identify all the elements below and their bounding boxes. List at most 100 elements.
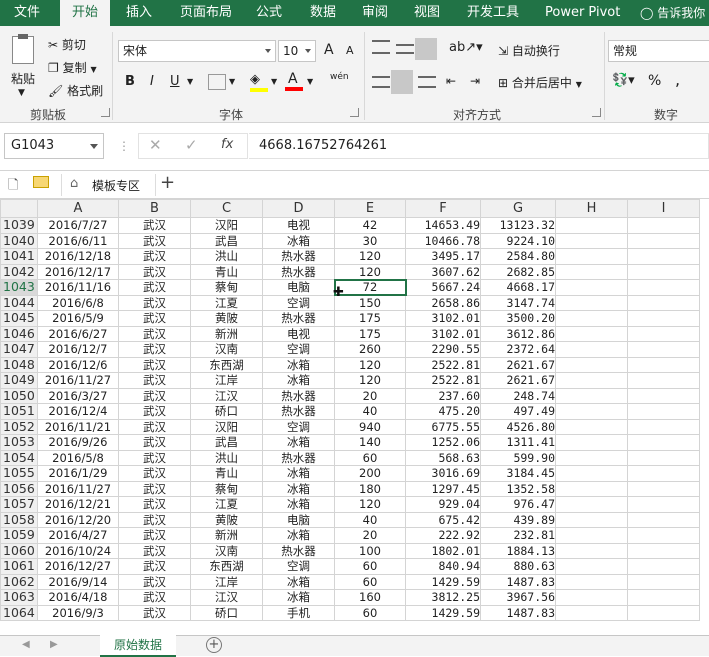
empty-cell[interactable]: [555, 465, 628, 482]
cell-e[interactable]: 940: [334, 418, 406, 435]
cell-f[interactable]: 6775.55: [405, 418, 481, 435]
row-header[interactable]: 1050: [0, 387, 38, 404]
cell-b[interactable]: 武汉: [118, 372, 191, 389]
italic-button[interactable]: I: [150, 74, 154, 89]
empty-cell[interactable]: [627, 325, 700, 342]
empty-cell[interactable]: [555, 232, 628, 249]
cell-c[interactable]: 蔡甸: [190, 279, 263, 296]
tab-formulas[interactable]: 公式: [256, 0, 282, 26]
template-zone-tab[interactable]: ⌂ 模板专区: [61, 174, 156, 196]
wrap-text-button[interactable]: ⇲ 自动换行: [498, 42, 560, 59]
empty-cell[interactable]: [555, 418, 628, 435]
cell-a[interactable]: 2016/6/8: [37, 294, 119, 311]
empty-cell[interactable]: [627, 511, 700, 528]
cell-a[interactable]: 2016/5/8: [37, 449, 119, 466]
cell-a[interactable]: 2016/4/27: [37, 527, 119, 544]
cell-e[interactable]: 60: [334, 558, 406, 575]
empty-cell[interactable]: [555, 387, 628, 404]
cell-f[interactable]: 675.42: [405, 511, 481, 528]
column-header-i[interactable]: I: [627, 199, 700, 218]
underline-button[interactable]: U: [170, 74, 180, 89]
empty-cell[interactable]: [555, 217, 628, 234]
row-header[interactable]: 1054: [0, 449, 38, 466]
cell-d[interactable]: 热水器: [262, 310, 335, 327]
bold-button[interactable]: B: [125, 74, 135, 89]
cell-c[interactable]: 江夏: [190, 294, 263, 311]
tab-home[interactable]: 开始: [60, 0, 110, 27]
cell-f[interactable]: 3102.01: [405, 325, 481, 342]
cell-d[interactable]: 手机: [262, 604, 335, 621]
cell-a[interactable]: 2016/10/24: [37, 542, 119, 559]
cell-b[interactable]: 武汉: [118, 248, 191, 265]
cell-f[interactable]: 237.60: [405, 387, 481, 404]
copy-button[interactable]: ❐ 复制 ▼: [48, 59, 97, 76]
empty-cell[interactable]: [627, 589, 700, 606]
cell-g[interactable]: 1487.83: [480, 573, 556, 590]
cell-a[interactable]: 2016/9/14: [37, 573, 119, 590]
alignment-launcher-icon[interactable]: [592, 108, 601, 117]
cell-e[interactable]: 30: [334, 232, 406, 249]
cell-g[interactable]: 2621.67: [480, 372, 556, 389]
cell-f[interactable]: 2658.86: [405, 294, 481, 311]
paste-icon[interactable]: [12, 34, 34, 64]
add-tab-icon[interactable]: +: [160, 172, 175, 193]
cell-c[interactable]: 武昌: [190, 232, 263, 249]
cell-d[interactable]: 冰箱: [262, 465, 335, 482]
cell-c[interactable]: 新洲: [190, 527, 263, 544]
font-launcher-icon[interactable]: [350, 108, 359, 117]
row-header[interactable]: 1057: [0, 496, 38, 513]
cell-a[interactable]: 2016/7/27: [37, 217, 119, 234]
empty-cell[interactable]: [627, 480, 700, 497]
row-header[interactable]: 1049: [0, 372, 38, 389]
cell-g[interactable]: 232.81: [480, 527, 556, 544]
empty-cell[interactable]: [627, 573, 700, 590]
cell-a[interactable]: 2016/12/20: [37, 511, 119, 528]
cell-e[interactable]: 175: [334, 325, 406, 342]
cell-a[interactable]: 2016/12/21: [37, 496, 119, 513]
row-header[interactable]: 1053: [0, 434, 38, 451]
empty-cell[interactable]: [627, 248, 700, 265]
cell-d[interactable]: 热水器: [262, 403, 335, 420]
empty-cell[interactable]: [627, 356, 700, 373]
cell-f[interactable]: 568.63: [405, 449, 481, 466]
column-header-b[interactable]: B: [118, 199, 191, 218]
empty-cell[interactable]: [627, 542, 700, 559]
cell-f[interactable]: 14653.49: [405, 217, 481, 234]
empty-cell[interactable]: [627, 232, 700, 249]
cell-b[interactable]: 武汉: [118, 294, 191, 311]
cell-e[interactable]: 150: [334, 294, 406, 311]
cell-f[interactable]: 840.94: [405, 558, 481, 575]
cell-d[interactable]: 冰箱: [262, 372, 335, 389]
cell-e[interactable]: 20: [334, 387, 406, 404]
empty-cell[interactable]: [627, 372, 700, 389]
cell-d[interactable]: 空调: [262, 294, 335, 311]
cell-a[interactable]: 2016/6/11: [37, 232, 119, 249]
cell-b[interactable]: 武汉: [118, 310, 191, 327]
empty-cell[interactable]: [555, 604, 628, 621]
cell-f[interactable]: 3016.69: [405, 465, 481, 482]
cell-b[interactable]: 武汉: [118, 387, 191, 404]
cell-b[interactable]: 武汉: [118, 511, 191, 528]
empty-cell[interactable]: [627, 310, 700, 327]
cell-a[interactable]: 2016/12/6: [37, 356, 119, 373]
cell-a[interactable]: 2016/3/27: [37, 387, 119, 404]
row-header[interactable]: 1051: [0, 403, 38, 420]
row-header[interactable]: 1045: [0, 310, 38, 327]
cell-b[interactable]: 武汉: [118, 449, 191, 466]
cell-c[interactable]: 江汉: [190, 387, 263, 404]
empty-cell[interactable]: [555, 310, 628, 327]
empty-cell[interactable]: [555, 573, 628, 590]
cell-d[interactable]: 冰箱: [262, 232, 335, 249]
cell-e[interactable]: 60: [334, 604, 406, 621]
tab-data[interactable]: 数据: [310, 0, 336, 26]
row-header[interactable]: 1056: [0, 480, 38, 497]
cell-b[interactable]: 武汉: [118, 465, 191, 482]
cell-c[interactable]: 硚口: [190, 403, 263, 420]
empty-cell[interactable]: [555, 403, 628, 420]
empty-cell[interactable]: [555, 527, 628, 544]
cell-f[interactable]: 1429.59: [405, 573, 481, 590]
cell-d[interactable]: 电脑: [262, 511, 335, 528]
cell-e[interactable]: 200: [334, 465, 406, 482]
cell-d[interactable]: 空调: [262, 341, 335, 358]
cell-a[interactable]: 2016/12/27: [37, 558, 119, 575]
